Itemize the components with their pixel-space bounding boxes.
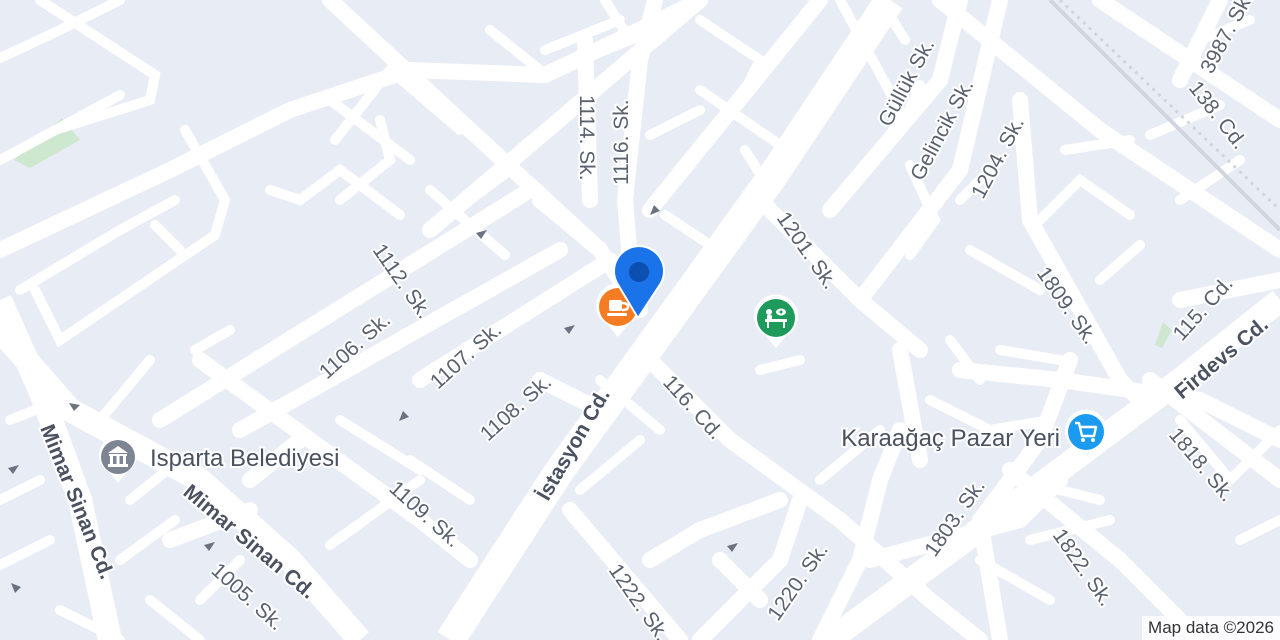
city-hall-marker[interactable] (99, 436, 137, 483)
green-area (1155, 322, 1172, 348)
street-label-1108: 1108. Sk. (476, 370, 556, 445)
street-label-1201: 1201. Sk. (772, 208, 842, 294)
map-layer[interactable]: 1114. Sk. 1116. Sk. Güllük Sk. Gelincik … (0, 0, 1280, 640)
street-label-1220: 1220. Sk. (763, 539, 833, 625)
map-attribution[interactable]: Map data ©2026 (1142, 616, 1280, 640)
park-marker[interactable] (754, 294, 798, 348)
one-way-arrow (11, 583, 21, 593)
one-way-arrow (727, 543, 738, 552)
street-label-1114: 1114. Sk. (575, 95, 598, 181)
city-hall-label[interactable]: Isparta Belediyesi (148, 443, 341, 474)
one-way-arrow (204, 542, 215, 551)
street-label-116: 116. Cd. (658, 371, 727, 444)
street-label-1107: 1107. Sk. (426, 318, 506, 393)
market-label[interactable]: Karaağaç Pazar Yeri (839, 423, 1062, 454)
street-label-1116: 1116. Sk. (610, 99, 633, 185)
one-way-arrow (564, 325, 575, 334)
street-label-1222: 1222. Sk. (604, 560, 674, 640)
map-canvas[interactable]: 1114. Sk. 1116. Sk. Güllük Sk. Gelincik … (0, 0, 1280, 640)
one-way-arrow (8, 465, 19, 474)
one-way-arrow (399, 411, 409, 421)
